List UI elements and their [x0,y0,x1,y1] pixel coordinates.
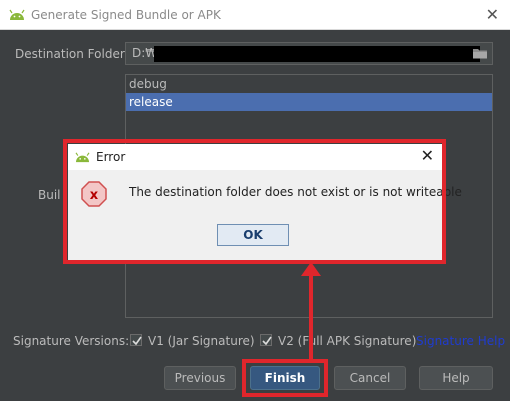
signature-help-link[interactable]: Signature Help [416,334,505,348]
window-titlebar: Generate Signed Bundle or APK ✕ [0,0,510,30]
check-icon [132,336,142,346]
window-close-button[interactable]: ✕ [486,5,499,24]
build-variants-label: Buil [38,188,61,202]
cancel-button[interactable]: Cancel [334,366,406,390]
previous-button[interactable]: Previous [164,366,236,390]
v1-checkbox[interactable] [130,334,142,346]
destination-folder-label: Destination Folder: [15,47,129,61]
help-button[interactable]: Help [419,366,493,390]
signature-versions-label: Signature Versions: [13,334,130,348]
redacted-path [154,46,480,62]
arrow-icon [301,262,321,361]
highlight-frame-finish [242,359,328,397]
check-icon [262,336,272,346]
highlight-frame-dialog [63,139,446,264]
v2-checkbox[interactable] [260,334,272,346]
destination-folder-field[interactable]: D:₩ [125,42,493,65]
android-icon [9,9,25,20]
build-variant-debug[interactable]: debug [126,75,492,93]
build-variant-release[interactable]: release [126,93,492,111]
v1-label: V1 (Jar Signature) [148,334,255,348]
folder-browse-icon[interactable] [472,46,488,60]
window-title: Generate Signed Bundle or APK [31,8,221,22]
